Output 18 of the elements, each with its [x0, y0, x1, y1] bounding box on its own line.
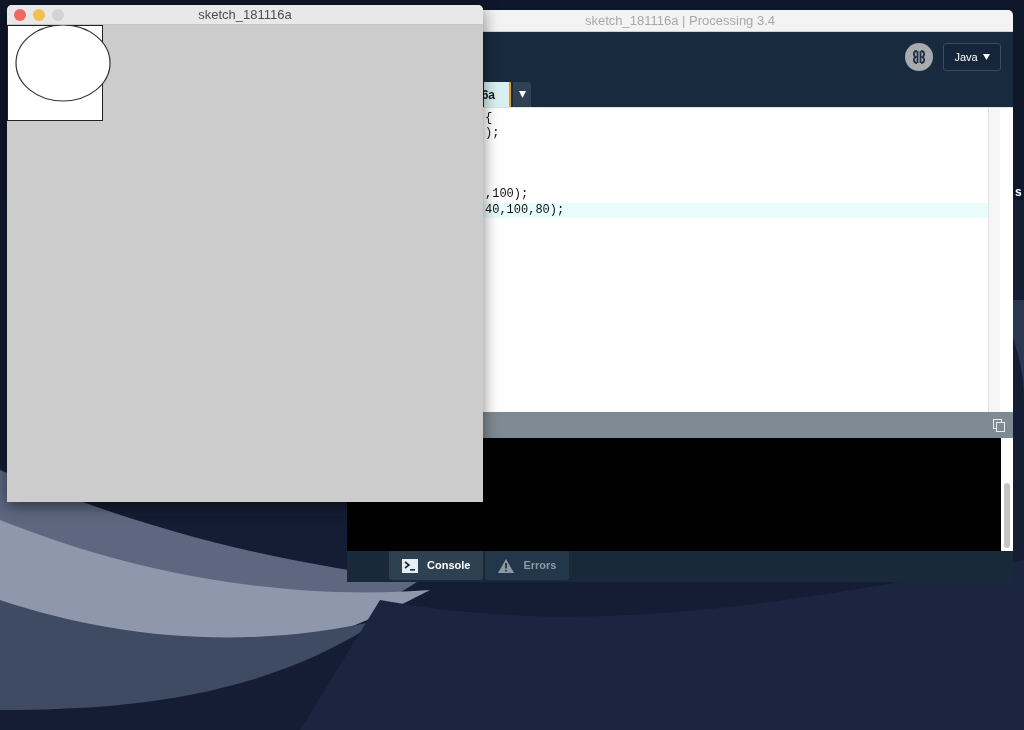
terminal-icon: [402, 558, 418, 573]
code-line: 40,100,80);: [485, 202, 565, 217]
console-tab[interactable]: Console: [389, 551, 484, 580]
warning-icon: [498, 558, 515, 573]
desktop-icon-label: s: [1015, 184, 1022, 201]
butterfly-icon[interactable]: [905, 43, 933, 71]
tab-menu-button[interactable]: [513, 82, 531, 107]
code-line: ,100);: [485, 187, 529, 202]
window-title: sketch_181116a | Processing 3.4: [584, 11, 776, 30]
code-line: {: [485, 111, 493, 125]
mode-dropdown[interactable]: Java: [943, 43, 1001, 71]
console-tab[interactable]: Errors: [485, 551, 570, 580]
code-line: );: [485, 126, 500, 141]
caret-icon: [518, 91, 526, 98]
close-button[interactable]: [14, 9, 26, 21]
copy-icon[interactable]: [993, 418, 1005, 432]
window-title: sketch_181116a: [198, 5, 292, 24]
caret-icon: [982, 54, 990, 60]
